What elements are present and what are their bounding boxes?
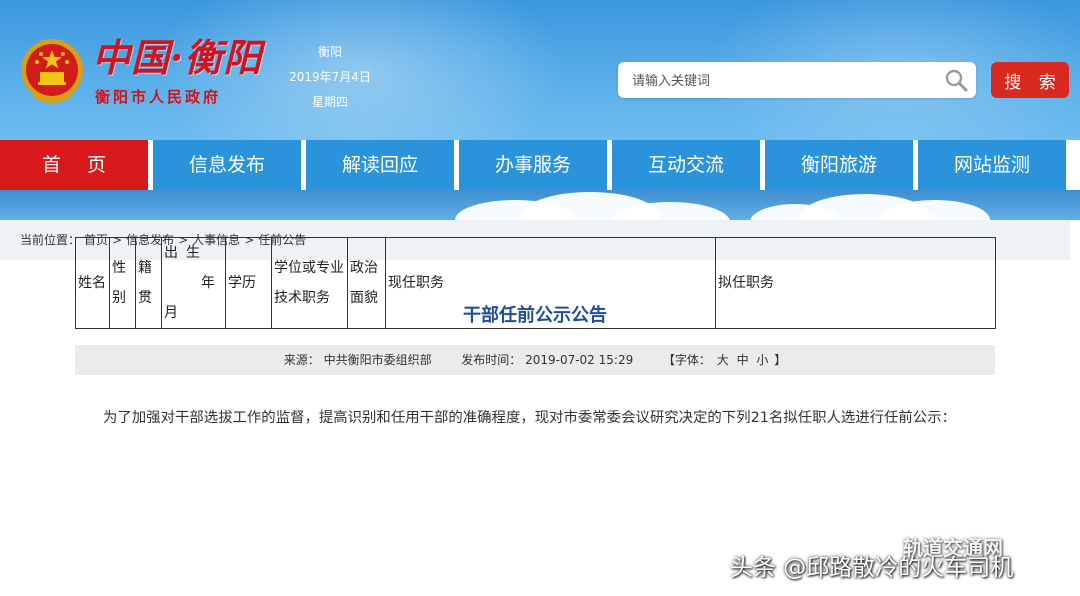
nav-item-home[interactable]: 首 页 — [0, 140, 148, 190]
date-label: 2019年7月4日 — [289, 70, 371, 84]
nav-item-monitoring[interactable]: 网站监测 — [918, 140, 1066, 190]
article-intro: 为了加强对干部选拔工作的监督，提高识别和任用干部的准确程度，现对市委常委会议研究… — [103, 410, 956, 426]
th-gender: 性别 — [109, 237, 136, 329]
main-nav: 首 页 信息发布 解读回应 办事服务 互动交流 衡阳旅游 网站监测 — [0, 140, 1080, 190]
th-proposed-position: 拟任职务 — [715, 237, 996, 329]
nav-item-tourism[interactable]: 衡阳旅游 — [765, 140, 913, 190]
nav-item-interaction[interactable]: 互动交流 — [612, 140, 760, 190]
search-icon[interactable] — [944, 68, 968, 92]
th-degree: 学位或专业技术职务 — [271, 237, 348, 329]
city-label: 衡阳 — [317, 45, 342, 59]
source-value: 中共衡阳市委组织部 — [323, 353, 432, 367]
nav-item-interpretation[interactable]: 解读回应 — [306, 140, 454, 190]
th-education: 学历 — [225, 237, 272, 329]
font-size-label: 【字体： — [662, 353, 711, 367]
breadcrumb-prefix: 当前位置： — [20, 233, 81, 247]
source-label: 来源： — [283, 353, 320, 367]
font-size-small[interactable]: 小 — [756, 353, 768, 367]
decorative-sky-banner — [0, 190, 1080, 220]
th-current-position: 现任职务 — [385, 237, 716, 329]
font-size-large[interactable]: 大 — [717, 353, 729, 367]
publish-time-label: 发布时间： — [461, 353, 522, 367]
nav-item-services[interactable]: 办事服务 — [459, 140, 607, 190]
th-name: 姓名 — [75, 237, 110, 329]
publish-time-value: 2019-07-02 15:29 — [525, 353, 634, 367]
th-origin: 籍贯 — [135, 237, 162, 329]
font-size-close: 】 — [774, 353, 787, 367]
date-block: 衡阳 2019年7月4日 星期四 — [275, 40, 385, 115]
site-header: 中国·衡阳 衡阳市人民政府 衡阳 2019年7月4日 星期四 搜 索 — [0, 0, 1080, 140]
th-birth-line2: 年 — [201, 275, 215, 291]
th-birth-line1: 出生 — [164, 245, 208, 261]
candidate-table: 姓名 性别 籍贯 出生 年 月 学历 学位或专业技术职务 政治面貌 现任职务 拟… — [75, 237, 996, 329]
search-box — [618, 62, 976, 98]
font-size-medium[interactable]: 中 — [737, 353, 749, 367]
th-birth: 出生 年 月 — [161, 237, 226, 329]
national-emblem-icon — [21, 39, 83, 103]
th-birth-line3: 月 — [164, 305, 178, 321]
site-logo-subtitle: 衡阳市人民政府 — [95, 88, 222, 106]
article-meta-bar: 来源： 中共衡阳市委组织部 发布时间： 2019-07-02 15:29 【字体… — [75, 345, 995, 375]
site-logo-title[interactable]: 中国·衡阳 — [92, 36, 261, 80]
th-political: 政治面貌 — [347, 237, 386, 329]
search-input[interactable] — [630, 66, 934, 96]
weekday-label: 星期四 — [311, 95, 348, 109]
watermark-author: 头条 @邱路散冷的火车司机 — [730, 555, 1014, 581]
table-header-row: 姓名 性别 籍贯 出生 年 月 学历 学位或专业技术职务 政治面貌 现任职务 拟… — [75, 237, 996, 329]
search-button[interactable]: 搜 索 — [991, 62, 1069, 98]
nav-item-info-release[interactable]: 信息发布 — [153, 140, 301, 190]
